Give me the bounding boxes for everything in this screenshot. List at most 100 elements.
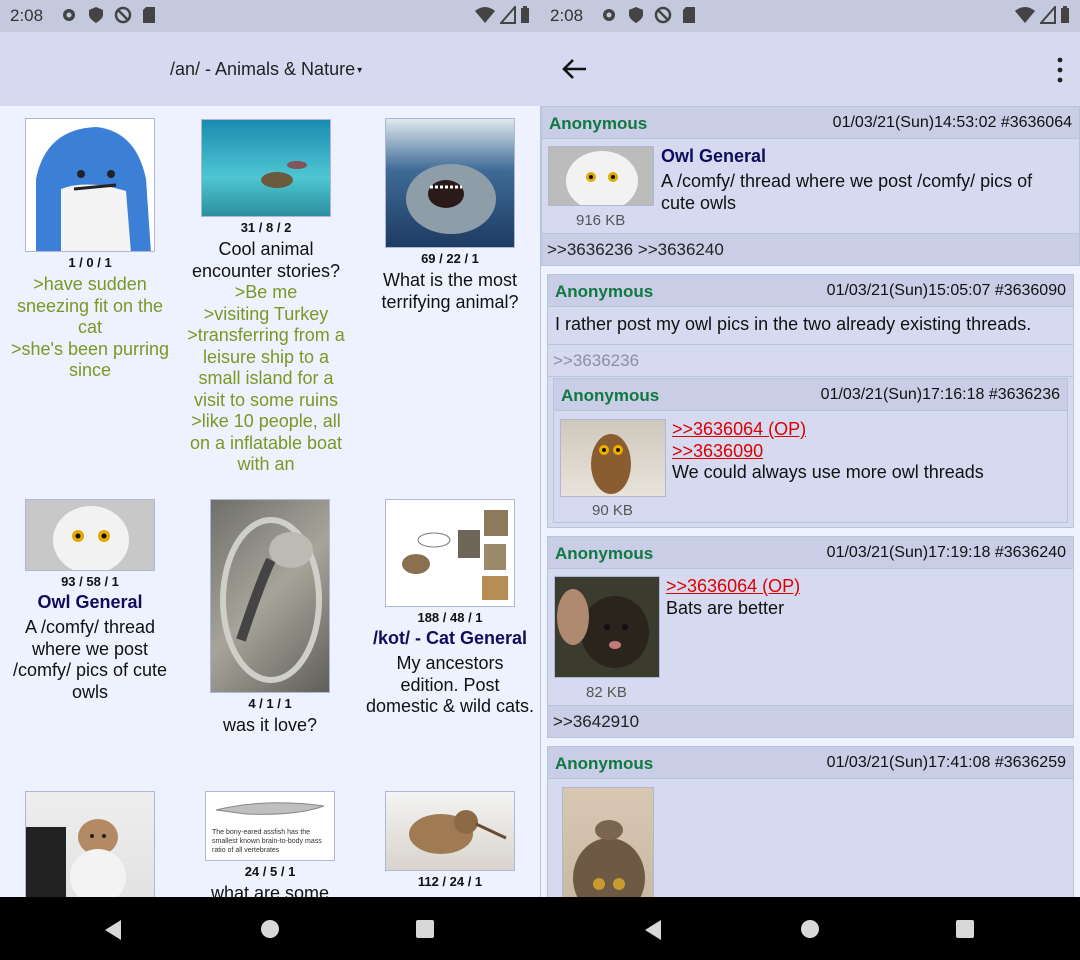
thread-excerpt: >have sudden sneezing fit on the cat >sh… xyxy=(5,274,175,382)
nav-home-icon[interactable] xyxy=(800,919,820,939)
backlink[interactable]: >>3636236 xyxy=(548,345,1073,377)
sdcard-icon xyxy=(683,7,695,23)
more-vert-icon[interactable] xyxy=(1056,56,1064,84)
post-number[interactable]: #3636236 xyxy=(989,386,1060,403)
post-image[interactable] xyxy=(562,787,654,897)
system-nav-bar-left xyxy=(0,897,540,960)
thread-excerpt: Cool animal encounter stories? >Be me >v… xyxy=(181,239,351,476)
thread-excerpt: was it love? xyxy=(222,715,318,735)
thread-stats: 93 / 58 / 1 xyxy=(61,574,119,589)
status-time: 2:08 xyxy=(10,6,44,25)
file-size: 916 KB xyxy=(576,212,626,229)
post-image[interactable] xyxy=(548,146,654,206)
battery-icon xyxy=(1061,6,1069,23)
post-image[interactable] xyxy=(554,576,660,678)
catalog-thread-card[interactable]: 1 / 0 / 1 >have sudden sneezing fit on t… xyxy=(5,118,175,382)
post-number[interactable]: #3636240 xyxy=(995,544,1066,561)
thread-thumbnail xyxy=(385,791,515,871)
post-text: I rather post my owl pics in the two alr… xyxy=(548,307,1073,345)
settings-icon xyxy=(603,9,615,21)
post-number[interactable]: #3636259 xyxy=(995,754,1066,771)
inline-quoted-post[interactable]: Anonymous 01/03/21(Sun)17:16:18 #3636236… xyxy=(553,378,1068,523)
nav-back-icon[interactable] xyxy=(643,919,663,941)
greentext-line: >transferring from a leisure ship to a s… xyxy=(187,325,345,410)
catalog-thread-card[interactable]: The bony-eared assfish has the smallest k… xyxy=(185,791,355,897)
nav-home-icon[interactable] xyxy=(260,919,280,939)
op-post[interactable]: Anonymous 01/03/21(Sun)14:53:02 #3636064… xyxy=(541,106,1080,266)
post-number[interactable]: #3636090 xyxy=(995,282,1066,299)
post-header: Anonymous 01/03/21(Sun)17:16:18 #3636236 xyxy=(554,379,1067,411)
post-header: Anonymous 01/03/21(Sun)17:19:18 #3636240 xyxy=(548,537,1073,569)
thread-subject: Owl General xyxy=(661,146,767,166)
settings-icon xyxy=(63,9,75,21)
post-image[interactable] xyxy=(560,419,666,497)
board-selector[interactable]: /an/ - Animals & Nature ▾ xyxy=(170,59,362,80)
post-datetime: 01/03/21(Sun)15:05:07 #3636090 xyxy=(827,282,1066,300)
greentext-line: >she's been purring since xyxy=(10,338,170,381)
post-header: Anonymous 01/03/21(Sun)15:05:07 #3636090 xyxy=(548,275,1073,307)
post-text: We could always use more owl threads xyxy=(672,462,984,482)
post-date: 01/03/21(Sun)14:53:02 xyxy=(832,114,997,131)
thread-thumbnail xyxy=(385,118,515,248)
no-disturb-icon xyxy=(114,6,132,24)
thread-thumbnail xyxy=(25,499,155,571)
post-text: Bats are better xyxy=(666,597,785,618)
thread-view: Anonymous 01/03/21(Sun)14:53:02 #3636064… xyxy=(541,106,1080,897)
reply-post[interactable]: Anonymous 01/03/21(Sun)17:41:08 #3636259 xyxy=(547,746,1074,897)
wifi-icon xyxy=(475,7,495,23)
status-bar-left: 2:08 xyxy=(0,0,540,32)
thread-excerpt: what are some xyxy=(210,883,330,897)
catalog-app-bar: /an/ - Animals & Nature ▾ xyxy=(0,32,540,106)
post-date: 01/03/21(Sun)17:41:08 xyxy=(826,754,991,771)
quote-link[interactable]: >>3636090 xyxy=(672,441,1062,463)
no-disturb-icon xyxy=(654,6,672,24)
quote-link[interactable]: >>3636064 (OP) xyxy=(672,419,1062,441)
system-nav-bar-right xyxy=(540,897,1080,960)
battery-icon xyxy=(521,6,529,23)
reply-post[interactable]: Anonymous 01/03/21(Sun)15:05:07 #3636090… xyxy=(547,274,1074,528)
file-size: 90 KB xyxy=(592,502,633,519)
quote-link[interactable]: >>3636064 (OP) xyxy=(666,576,1066,598)
greentext-line: >Be me xyxy=(234,282,298,302)
poster-name: Anonymous xyxy=(555,754,654,773)
catalog-thread-card[interactable]: 188 / 48 / 1 /kot/ - Cat General My ance… xyxy=(365,499,535,718)
nav-recents-icon[interactable] xyxy=(955,919,975,939)
reply-links[interactable]: >>3642910 xyxy=(548,705,1073,737)
post-datetime: 01/03/21(Sun)17:19:18 #3636240 xyxy=(827,544,1066,562)
status-time: 2:08 xyxy=(550,6,584,25)
greentext-line: >have sudden sneezing fit on the cat xyxy=(16,274,164,337)
thread-excerpt: What is the most terrifying animal? xyxy=(381,270,519,312)
catalog-thread-card[interactable]: 112 / 24 / 1 xyxy=(365,791,535,889)
catalog-thread-card[interactable]: 4 / 1 / 1 was it love? xyxy=(185,499,355,737)
sdcard-icon xyxy=(143,7,155,23)
thread-subject: /kot/ - Cat General xyxy=(372,628,528,648)
post-date: 01/03/21(Sun)17:19:18 xyxy=(826,544,991,561)
post-datetime: 01/03/21(Sun)14:53:02 #3636064 xyxy=(833,114,1072,132)
catalog-thread-card[interactable]: 69 / 22 / 1 What is the most terrifying … xyxy=(365,118,535,313)
thread-app-bar xyxy=(540,32,1080,106)
back-arrow-icon[interactable] xyxy=(560,54,590,84)
post-header: Anonymous 01/03/21(Sun)14:53:02 #3636064 xyxy=(542,107,1079,139)
nav-recents-icon[interactable] xyxy=(415,919,435,939)
catalog-thread-card[interactable] xyxy=(5,791,175,897)
catalog-thread-card[interactable]: 93 / 58 / 1 Owl General A /comfy/ thread… xyxy=(5,499,175,703)
thread-stats: 4 / 1 / 1 xyxy=(248,696,292,711)
figure-caption: The bony-eared assfish has the smallest k… xyxy=(212,829,322,854)
thread-thumbnail: The bony-eared assfish has the smallest k… xyxy=(205,791,335,861)
signal-icon xyxy=(500,6,516,24)
post-datetime: 01/03/21(Sun)17:41:08 #3636259 xyxy=(827,754,1066,772)
catalog-thread-card[interactable]: 31 / 8 / 2 Cool animal encounter stories… xyxy=(181,119,351,476)
thread-subject: Owl General xyxy=(37,592,143,612)
reply-links[interactable]: >>3636236 >>3636240 xyxy=(542,233,1079,265)
reply-post[interactable]: Anonymous 01/03/21(Sun)17:19:18 #3636240… xyxy=(547,536,1074,738)
poster-name: Anonymous xyxy=(555,544,654,563)
thread-thumbnail xyxy=(385,499,515,607)
thread-excerpt: A /comfy/ thread where we post /comfy/ p… xyxy=(12,617,168,702)
post-date: 01/03/21(Sun)17:16:18 xyxy=(820,386,985,403)
nav-back-icon[interactable] xyxy=(103,919,123,941)
greentext-line: >visiting Turkey xyxy=(203,303,329,324)
post-number[interactable]: #3636064 xyxy=(1001,114,1072,131)
dropdown-caret-icon: ▾ xyxy=(357,64,363,76)
wifi-icon xyxy=(1015,7,1035,23)
thread-stats: 112 / 24 / 1 xyxy=(417,874,483,889)
